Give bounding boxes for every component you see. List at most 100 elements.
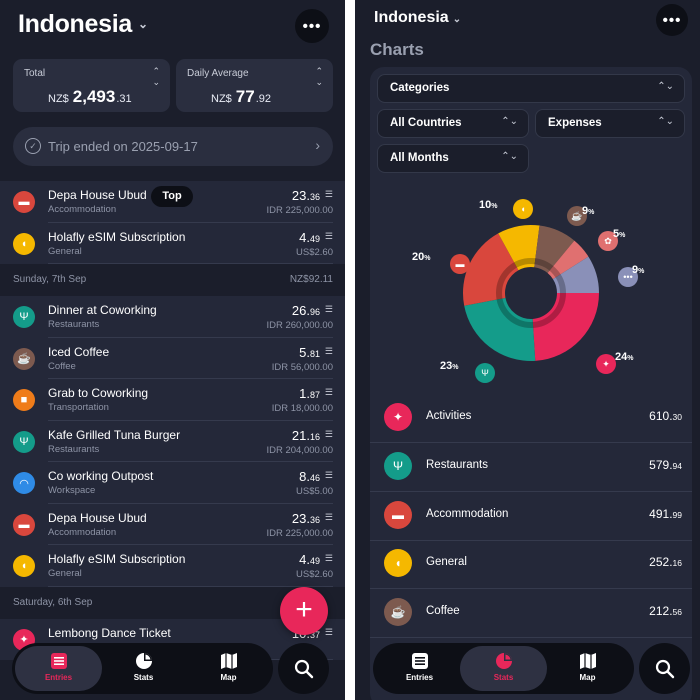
entry-row[interactable]: ■ Grab to Coworking Transportation 1.87 ☰ IDR… [0,379,345,421]
tab-stats[interactable]: Stats [100,646,187,691]
details-list-icon: ☰ [324,553,333,563]
day-header: Sunday, 7th Sep NZ$92.11 [0,264,345,296]
details-list-icon: ☰ [324,626,333,637]
tab-entries-label: Entries [405,673,434,682]
running-icon: ✦ [596,354,616,374]
tab-map[interactable]: Map [544,646,631,691]
category-name: Accommodation [426,507,509,520]
donut-percent-label: 23% [440,360,459,372]
fork-knife-icon: Ψ [13,430,35,453]
bed-icon: ▬ [13,513,35,536]
entry-name: Holafly eSIM Subscription [48,229,186,244]
donut-percent-label: 20% [412,251,431,263]
entry-amount: 26.96 [291,303,320,318]
trip-title: Indonesia [374,9,449,26]
search-button[interactable] [639,643,690,694]
donut-percent-label: 10% [479,199,498,211]
trip-status-text: Trip ended on 2025-09-17 [48,139,198,154]
donut-percent-label: 24% [615,351,634,363]
ellipsis-icon: ••• [302,17,322,35]
donut-slice-running[interactable] [532,293,599,361]
tab-entries[interactable]: Entries [15,646,102,691]
selector-icon: ⌃⌄ [315,66,323,87]
entry-name: Co working Outpost [48,469,154,483]
list-icon [50,653,67,669]
tag-icon: ◖ [384,549,412,578]
category-donut-chart [463,225,599,361]
entry-category: Workspace [48,485,96,496]
tag-icon: ◖ [513,199,533,219]
entry-row[interactable]: ◠ Co working Outpost Workspace 8.46 ☰ US$5.00 [0,462,345,504]
daily-average-label: Daily Average [187,68,249,79]
coffee-icon: ☕ [384,598,412,627]
bus-icon: ■ [13,389,35,411]
entry-row[interactable]: Ψ Kafe Grilled Tuna Burger Restaurants 21.1… [0,420,345,462]
donut-percent-label: 5% [613,228,626,240]
trip-title: Indonesia [18,10,132,38]
tab-map-label: Map [579,673,596,682]
section-title: Charts [370,40,424,59]
trip-selector[interactable]: Indonesia ⌄ [374,9,461,27]
search-button[interactable] [278,643,329,694]
bed-icon: ▬ [13,191,35,213]
donut-percent-label: 9% [582,205,595,217]
details-list-icon: ☰ [324,387,333,397]
tab-entries[interactable]: Entries [376,646,463,691]
trip-selector[interactable]: Indonesia ⌄ [18,10,148,39]
tab-map[interactable]: Map [185,646,272,691]
entry-amount: 23.36 [291,188,320,203]
trip-status-banner[interactable]: ✓ Trip ended on 2025-09-17 › [13,127,333,166]
details-list-icon: ☰ [324,428,333,439]
category-row[interactable]: Ψ Restaurants 579.94 [370,443,692,492]
entry-row[interactable]: Ψ Dinner at Coworking Restaurants 26.96 ☰ IDR… [0,296,345,338]
add-entry-button[interactable]: + [280,587,328,635]
entry-original-amount: US$5.00 [296,486,333,497]
fork-knife-icon: Ψ [475,363,495,383]
total-card[interactable]: Total ⌃ ⌄ NZ$ 2,493.31 [13,59,170,112]
top-badge[interactable]: Top [151,186,193,207]
entry-category: Transportation [48,402,109,413]
chevron-right-icon: › [315,137,320,153]
category-row[interactable]: ✦ Activities 610.30 [370,394,692,443]
donut-percent-label: 9% [632,264,645,276]
entry-amount: 5.81 [299,344,320,360]
tab-stats-label: Stats [133,673,154,682]
category-row[interactable]: ◖ General 252.16 [370,540,692,590]
entry-category: Accommodation [48,526,117,538]
entry-original-amount: IDR 225,000.00 [266,205,333,216]
details-list-icon: ☰ [324,345,333,356]
more-options-button[interactable]: ••• [295,9,329,43]
day-total: NZ$92.11 [289,274,333,285]
day-label: Saturday, 6th Sep [13,596,93,608]
checkmark-circle-icon: ✓ [25,138,41,154]
category-row[interactable]: ▬ Accommodation 491.99 [370,492,692,541]
more-options-button[interactable]: ••• [656,4,688,36]
entry-row[interactable]: ☕ Iced Coffee Coffee 5.81 ☰ IDR 56,000.00 [0,337,345,379]
tab-bar: Entries Stats Map [12,643,273,694]
plus-icon: + [295,593,313,626]
total-label: Total [24,68,46,79]
map-icon [220,653,237,669]
chevron-down-icon: ⌄ [138,17,148,31]
running-icon: ✦ [384,403,412,431]
category-total: 610.30 [649,409,682,423]
total-value: NZ$ 2,493.31 [48,87,132,106]
category-row[interactable]: ☕ Coffee 212.56 [370,589,692,639]
category-name: Activities [426,410,472,422]
details-list-icon: ☰ [324,230,333,241]
map-icon [579,653,596,669]
entry-row[interactable]: ◖ Holafly eSIM Subscription General 4.49 ☰ US… [0,222,345,264]
entry-name: Dinner at Coworking [48,303,157,317]
entry-amount: 8.46 [299,469,320,484]
entry-row[interactable]: ▬ Depa House Ubud Accommodation 23.36 ☰ IDR 2… [0,503,345,545]
entry-original-amount: US$2.60 [296,246,333,258]
entry-original-amount: IDR 260,000.00 [266,320,333,331]
category-name: General [426,556,467,569]
tab-stats[interactable]: Stats [460,646,547,691]
stats-screen: Indonesia ⌄ ••• Charts Categories ⌃⌄ All C… [355,0,700,700]
daily-average-card[interactable]: Daily Average ⌃ ⌄ NZ$ 77.92 [176,59,333,112]
daily-average-value: NZ$ 77.92 [211,87,271,106]
entry-row[interactable]: ◖ Holafly eSIM Subscription General 4.49 ☰ US… [0,545,345,587]
ellipsis-icon: ••• [662,11,682,29]
wifi-icon: ◠ [13,472,35,494]
